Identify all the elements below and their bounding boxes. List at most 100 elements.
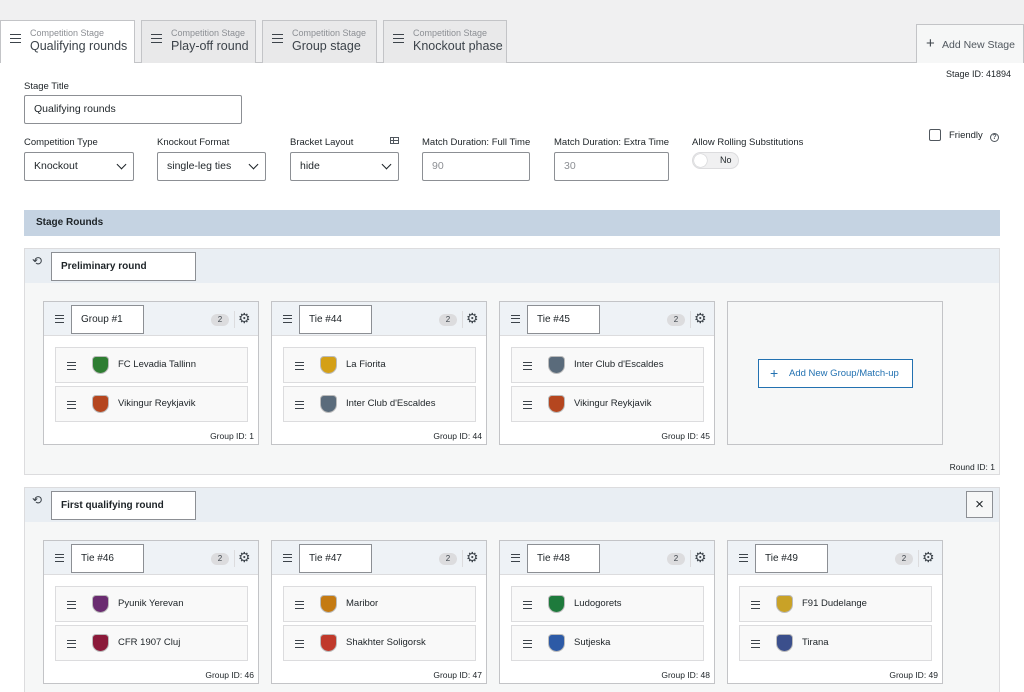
- competition-type-select[interactable]: Knockout: [24, 152, 134, 181]
- tab-play-off-round[interactable]: Competition Stage Play-off round: [141, 20, 256, 63]
- friendly-checkbox[interactable]: [929, 129, 941, 141]
- drag-handle-icon[interactable]: [295, 401, 304, 409]
- gear-icon[interactable]: ⚙: [238, 550, 251, 564]
- team-row[interactable]: Vikingur Reykjavik: [55, 386, 248, 422]
- drag-handle-icon[interactable]: [523, 401, 532, 409]
- drag-handle-icon[interactable]: [283, 554, 292, 562]
- divider: [462, 311, 463, 328]
- drag-handle-icon[interactable]: [295, 601, 304, 609]
- extra-time-input[interactable]: 30: [554, 152, 669, 181]
- knockout-format-select[interactable]: single-leg ties: [157, 152, 266, 181]
- team-row[interactable]: Shakhter Soligorsk: [283, 625, 476, 661]
- gear-icon[interactable]: ⚙: [466, 550, 479, 564]
- team-row[interactable]: La Fiorita: [283, 347, 476, 383]
- drag-handle-icon[interactable]: [67, 640, 76, 648]
- group-name-input[interactable]: Group #1: [71, 305, 144, 334]
- team-crest-icon: [548, 395, 565, 413]
- team-crest-icon: [92, 634, 109, 652]
- drag-handle-icon[interactable]: [523, 362, 532, 370]
- team-row[interactable]: Pyunik Yerevan: [55, 586, 248, 622]
- team-row[interactable]: Tirana: [739, 625, 932, 661]
- drag-handle-icon[interactable]: [55, 554, 64, 562]
- bracket-grid-icon[interactable]: [390, 137, 399, 144]
- team-name: FC Levadia Tallinn: [118, 359, 196, 370]
- tab-group-stage[interactable]: Competition Stage Group stage: [262, 20, 377, 63]
- gear-icon[interactable]: ⚙: [922, 550, 935, 564]
- group-name-input[interactable]: Tie #49: [755, 544, 828, 573]
- team-row[interactable]: Inter Club d'Escaldes: [511, 347, 704, 383]
- team-row[interactable]: Inter Club d'Escaldes: [283, 386, 476, 422]
- gear-icon[interactable]: ⚙: [694, 550, 707, 564]
- team-crest-icon: [548, 634, 565, 652]
- close-round-button[interactable]: ×: [966, 491, 993, 518]
- team-name: Ludogorets: [574, 598, 622, 609]
- round-title-input[interactable]: Preliminary round: [51, 252, 196, 281]
- team-row[interactable]: Ludogorets: [511, 586, 704, 622]
- team-row[interactable]: F91 Dudelange: [739, 586, 932, 622]
- bracket-layout-select[interactable]: hide: [290, 152, 399, 181]
- knockout-format-value: single-leg ties: [167, 160, 232, 172]
- team-row[interactable]: Sutjeska: [511, 625, 704, 661]
- team-row[interactable]: CFR 1907 Cluj: [55, 625, 248, 661]
- gear-icon[interactable]: ⚙: [238, 311, 251, 325]
- group-name-input[interactable]: Tie #47: [299, 544, 372, 573]
- team-crest-icon: [320, 356, 337, 374]
- drag-handle-icon[interactable]: [739, 554, 748, 562]
- stage-title-input[interactable]: Qualifying rounds: [24, 95, 242, 124]
- drag-handle-icon[interactable]: [523, 601, 532, 609]
- group-header: Tie #46 2 ⚙: [44, 541, 258, 575]
- drag-handle-icon[interactable]: [67, 601, 76, 609]
- plus-icon: +: [770, 365, 779, 381]
- add-new-group-button[interactable]: + Add New Group/Match-up: [758, 359, 913, 388]
- drag-handle-icon[interactable]: [523, 640, 532, 648]
- drag-handle-icon[interactable]: [283, 315, 292, 323]
- drag-handle-icon[interactable]: [67, 401, 76, 409]
- tab-subtitle: Competition Stage: [292, 28, 367, 38]
- gear-icon[interactable]: ⚙: [694, 311, 707, 325]
- team-row[interactable]: Maribor: [283, 586, 476, 622]
- rolling-subs-toggle[interactable]: No: [692, 152, 739, 169]
- team-name: Sutjeska: [574, 637, 611, 648]
- round-title-input[interactable]: First qualifying round: [51, 491, 196, 520]
- drag-handle-icon[interactable]: [295, 362, 304, 370]
- group-card: Tie #44 2 ⚙ La Fiorita Inter Club d'Esca…: [271, 301, 487, 445]
- tab-title: Knockout phase: [413, 39, 503, 53]
- gear-icon[interactable]: ⚙: [466, 311, 479, 325]
- group-name-input[interactable]: Tie #45: [527, 305, 600, 334]
- group-name-input[interactable]: Tie #46: [71, 544, 144, 573]
- drag-handle-icon[interactable]: [511, 554, 520, 562]
- group-name-input[interactable]: Tie #48: [527, 544, 600, 573]
- group-card: Tie #48 2 ⚙ Ludogorets Sutjeska Group ID…: [499, 540, 715, 684]
- drag-handle-icon[interactable]: [55, 315, 64, 323]
- chevron-down-icon: [381, 159, 392, 170]
- full-time-input[interactable]: 90: [422, 152, 530, 181]
- group-header: Tie #44 2 ⚙: [272, 302, 486, 336]
- tab-knockout-phase[interactable]: Competition Stage Knockout phase: [383, 20, 507, 63]
- drag-handle-icon[interactable]: [751, 640, 760, 648]
- team-count-badge: 2: [439, 314, 457, 326]
- tab-qualifying-rounds[interactable]: Competition Stage Qualifying rounds: [0, 20, 135, 64]
- drag-handle-icon[interactable]: [511, 315, 520, 323]
- drag-handle-icon[interactable]: [67, 362, 76, 370]
- stage-id: Stage ID: 41894: [945, 69, 1011, 79]
- rolling-subs-value: No: [720, 155, 732, 165]
- group-id: Group ID: 45: [661, 431, 710, 441]
- rolling-subs-label: Allow Rolling Substitutions: [692, 137, 804, 148]
- group-card: Group #1 2 ⚙ FC Levadia Tallinn Vikingur…: [43, 301, 259, 445]
- cycle-icon[interactable]: ⟲: [32, 254, 42, 268]
- plus-icon: +: [926, 35, 935, 52]
- cycle-icon[interactable]: ⟲: [32, 493, 42, 507]
- drag-handle-icon[interactable]: [272, 34, 283, 43]
- add-new-stage-button[interactable]: + Add New Stage: [916, 24, 1024, 63]
- group-card: Tie #49 2 ⚙ F91 Dudelange Tirana Group I…: [727, 540, 943, 684]
- team-row[interactable]: FC Levadia Tallinn: [55, 347, 248, 383]
- group-name-input[interactable]: Tie #44: [299, 305, 372, 334]
- drag-handle-icon[interactable]: [295, 640, 304, 648]
- drag-handle-icon[interactable]: [10, 34, 21, 43]
- team-row[interactable]: Vikingur Reykjavik: [511, 386, 704, 422]
- divider: [690, 311, 691, 328]
- drag-handle-icon[interactable]: [751, 601, 760, 609]
- drag-handle-icon[interactable]: [151, 34, 162, 43]
- drag-handle-icon[interactable]: [393, 34, 404, 43]
- help-icon[interactable]: ?: [990, 133, 999, 142]
